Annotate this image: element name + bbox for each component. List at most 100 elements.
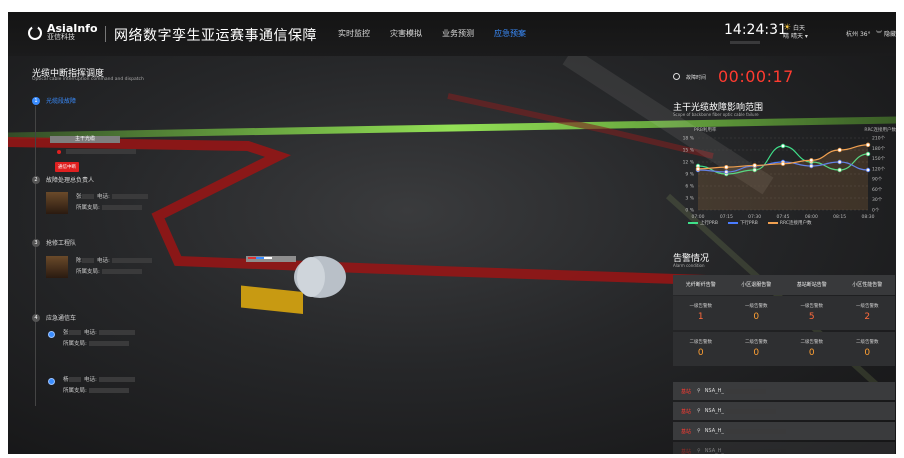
- step-label: 光缆段故障: [46, 98, 77, 105]
- clock: 14:24:31: [724, 22, 787, 38]
- legend-item: RRC连接用户数: [767, 220, 812, 226]
- alarm-row-level1: 一级告警数 1 一级告警数 0 一级告警数 5 一级告警数 2: [673, 296, 895, 330]
- alarm-count: 1: [697, 312, 704, 322]
- main-nav: 实时监控 灾害模拟 业务预测 应急预案: [338, 28, 526, 39]
- app-window: AsiaInfo 亚信科技 网络数字孪生亚运赛事通信保障 实时监控 灾害模拟 业…: [8, 12, 896, 454]
- emergency-car-card[interactable]: 张 电话: 所属支局:: [48, 328, 135, 350]
- hide-button[interactable]: ︾ 隐藏: [876, 29, 896, 38]
- divider: [105, 26, 106, 42]
- step-number: 1: [32, 96, 40, 105]
- step-label: 抢修工程队: [46, 240, 77, 247]
- alarm-list: 基站 ⚲ NSA_H_ 基站 ⚲ NSA_H_ 基站 ⚲ NSA_H_ 基站 ⚲ NSA_H_: [673, 382, 895, 454]
- chart-legend: 上行PRB 下行PRB RRC连接用户数: [688, 220, 812, 226]
- y-tick-right: 150个: [872, 156, 886, 162]
- avatar: [46, 192, 68, 214]
- alarm-col-header[interactable]: 基站断站告警: [784, 275, 840, 295]
- x-tick: 08:15: [833, 214, 846, 220]
- y-tick-left: 6 %: [685, 184, 694, 190]
- y-tick-left: 0 %: [685, 208, 694, 214]
- logo-en: AsiaInfo: [47, 22, 98, 35]
- step-1[interactable]: 1 光缆段故障: [32, 96, 76, 105]
- city-temp: 杭州 36°: [846, 31, 871, 38]
- nav-business-forecast[interactable]: 业务预测: [442, 28, 474, 39]
- y-axis-label-left: PRB利用率: [694, 126, 717, 133]
- x-tick: 08:30: [862, 214, 875, 220]
- data-point: [809, 158, 814, 163]
- antenna-icon: ⚲: [697, 388, 701, 394]
- interruption-badge: 通信中断: [55, 162, 79, 172]
- step-label: 应急通信车: [46, 315, 77, 322]
- cable-bar: 主干光缆: [50, 136, 120, 143]
- legend-item: 上行PRB: [688, 220, 718, 226]
- antenna-icon: ⚲: [697, 448, 701, 454]
- data-point: [752, 163, 757, 168]
- emergency-car-card[interactable]: 杨 电话: 所属支局:: [48, 375, 135, 397]
- y-tick-right: 120个: [872, 166, 886, 172]
- sun-icon: ☀: [783, 23, 792, 33]
- fault-time-label: 故障时间: [686, 75, 707, 81]
- alarm-col-header[interactable]: 小区退服告警: [729, 275, 785, 295]
- alarm-list-item[interactable]: 基站 ⚲ NSA_H_: [673, 382, 895, 400]
- alarm-count: 0: [864, 348, 871, 358]
- alarm-col-header[interactable]: 小区性能告警: [840, 275, 896, 295]
- alarm-count: 2: [864, 312, 871, 322]
- clock-icon: [673, 73, 680, 80]
- app-title: 网络数字孪生亚运赛事通信保障: [114, 28, 317, 44]
- impact-line-chart: 0 % 3 % 6 % 9 % 12 % 15 % 18 % 0个 30个 60个 90个 120个 1…: [683, 126, 896, 220]
- logo-icon: [28, 24, 42, 40]
- fault-timer: 00:00:17: [718, 67, 794, 86]
- step-2[interactable]: 2 故障处理总负责人: [32, 175, 94, 184]
- alarm-list-item[interactable]: 基站 ⚲ NSA_H_: [673, 422, 895, 440]
- asiainfo-logo: AsiaInfo 亚信科技: [28, 22, 98, 42]
- alarm-list-item[interactable]: 基站 ⚲ NSA_H_: [673, 442, 895, 454]
- y-tick-right: 30个: [872, 197, 883, 203]
- antenna-icon: ⚲: [697, 408, 701, 414]
- nav-realtime-monitor[interactable]: 实时监控: [338, 28, 370, 39]
- alarm-count: 0: [808, 348, 815, 358]
- data-point: [724, 164, 729, 170]
- alarm-table-header: 光纤断纤告警 小区退服告警 基站断站告警 小区性能告警: [673, 275, 895, 295]
- data-point: [865, 142, 871, 148]
- data-point: [780, 143, 786, 149]
- alarm-subtitle: Alarm condition: [673, 263, 705, 268]
- data-point: [837, 147, 842, 153]
- alarm-count: 5: [808, 312, 815, 322]
- header-bar: AsiaInfo 亚信科技 网络数字孪生亚运赛事通信保障 实时监控 灾害模拟 业…: [8, 12, 896, 56]
- alarm-list-item[interactable]: 基站 ⚲ NSA_H_: [673, 402, 895, 420]
- car-marker: [48, 331, 55, 338]
- y-tick-right: 0个: [872, 208, 880, 214]
- y-tick-left: 3 %: [685, 196, 694, 202]
- y-tick-right: 60个: [872, 187, 883, 193]
- weather-widget[interactable]: ☀ 白天 晴 晴天 ▾: [783, 24, 808, 41]
- step-3[interactable]: 3 抢修工程队: [32, 238, 76, 247]
- nav-emergency-plan[interactable]: 应急预案: [494, 28, 526, 39]
- y-tick-left: 18 %: [683, 136, 695, 142]
- legend-item: 下行PRB: [727, 220, 758, 226]
- step-label: 故障处理总负责人: [46, 177, 95, 184]
- leader-card[interactable]: 张 电话: 所属支局:: [46, 192, 148, 214]
- car-marker: [48, 378, 55, 385]
- left-panel-subtitle: Optical cable interruption command and d…: [32, 77, 144, 82]
- y-tick-left: 12 %: [683, 160, 695, 166]
- y-axis-label-right: RRC连接用户数: [864, 126, 896, 133]
- chevron-down-icon: ︾: [876, 31, 883, 38]
- y-tick-right: 180个: [872, 146, 886, 152]
- step-4[interactable]: 4 应急通信车: [32, 313, 76, 322]
- data-point: [695, 166, 701, 172]
- alarm-count: 0: [697, 348, 704, 358]
- impact-subtitle: Scope of backbone fiber optic cable fail…: [673, 112, 759, 117]
- repair-team-card[interactable]: 陈 电话: 所属支局:: [46, 256, 152, 278]
- alarm-row-level2: 二级告警数 0 二级告警数 0 二级告警数 0 二级告警数 0: [673, 332, 895, 366]
- y-tick-left: 9 %: [685, 172, 694, 178]
- data-point: [780, 161, 786, 166]
- y-tick-right: 90个: [872, 177, 883, 183]
- antenna-icon: ⚲: [697, 428, 701, 434]
- y-tick-left: 15 %: [683, 148, 695, 154]
- alarm-col-header[interactable]: 光纤断纤告警: [673, 275, 729, 295]
- alarm-count: 0: [753, 348, 760, 358]
- nav-disaster-simulation[interactable]: 灾害模拟: [390, 28, 422, 39]
- y-tick-right: 210个: [872, 136, 886, 142]
- alarm-count: 0: [753, 312, 760, 322]
- series-area: [698, 144, 868, 210]
- step-timeline: [35, 106, 36, 406]
